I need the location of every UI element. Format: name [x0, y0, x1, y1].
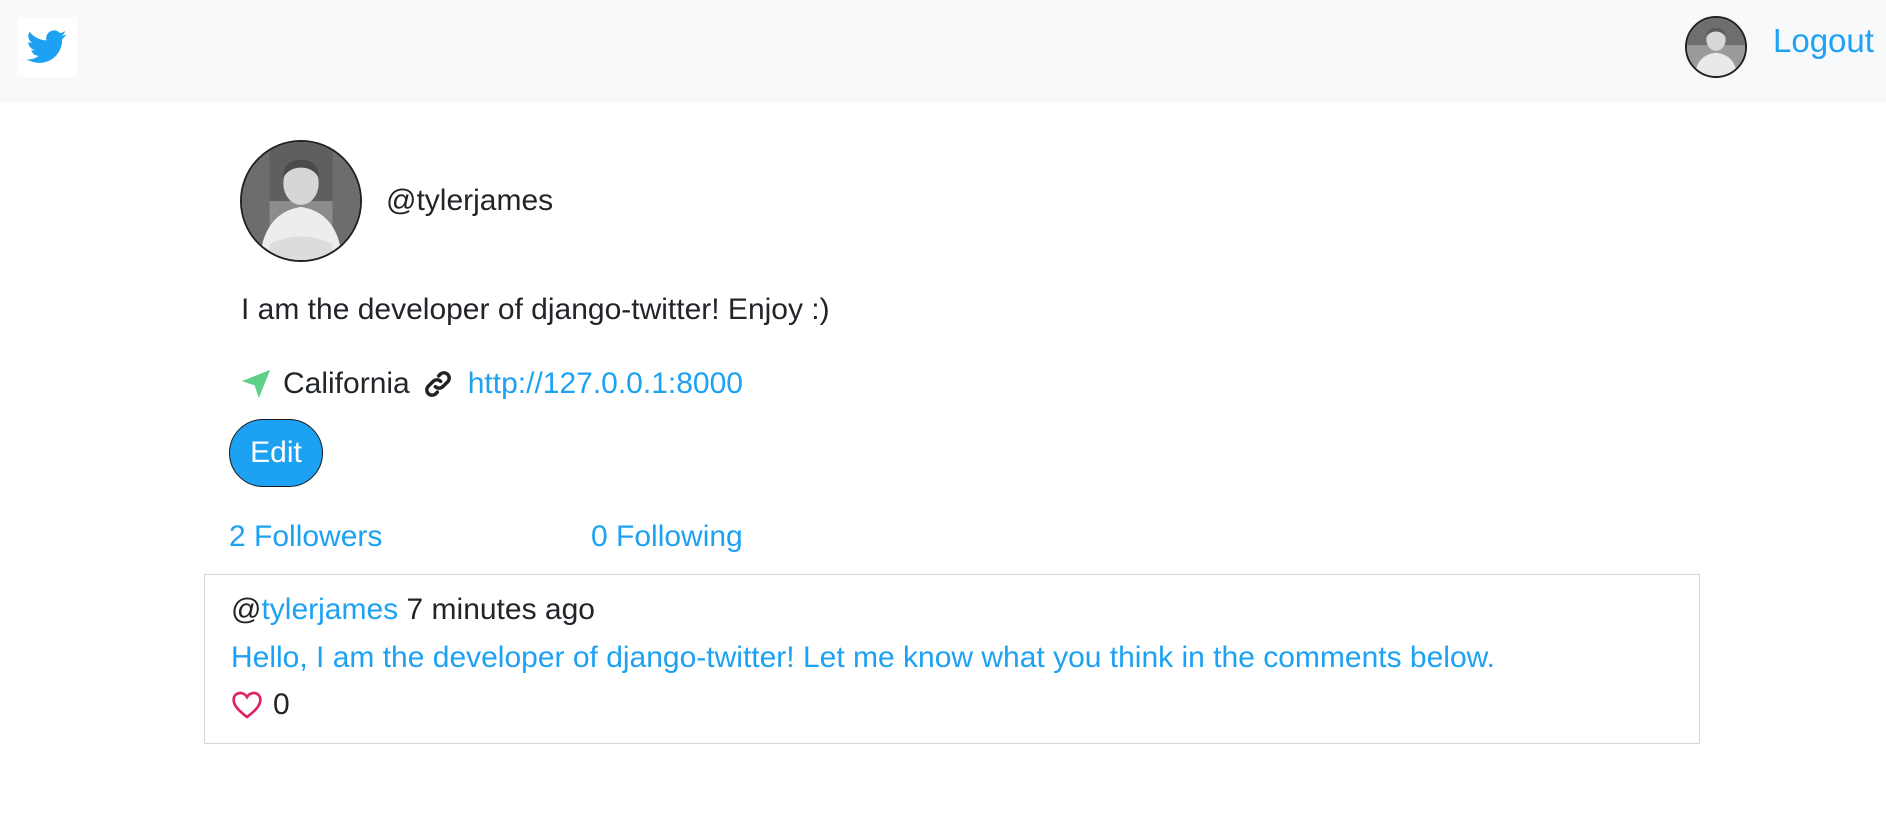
link-icon — [422, 368, 454, 400]
profile-website-link[interactable]: http://127.0.0.1:8000 — [468, 367, 743, 401]
tweet-body-link[interactable]: Hello, I am the developer of django-twit… — [231, 641, 1495, 675]
profile-avatar — [240, 140, 362, 262]
tweet-author-link[interactable]: tylerjames — [261, 593, 398, 626]
profile-location: California — [283, 367, 410, 400]
user-avatar-image — [1687, 18, 1745, 76]
following-link[interactable]: 0 Following — [591, 520, 743, 554]
tweet-like-row: 0 — [231, 688, 290, 722]
tweet-header: @tylerjames 7 minutes ago — [231, 593, 595, 627]
profile-meta: California http://127.0.0.1:8000 — [239, 364, 743, 404]
logout-link[interactable]: Logout — [1773, 22, 1874, 60]
tweet-at-sign: @ — [231, 593, 262, 626]
twitter-bird-icon — [27, 30, 67, 63]
profile-photo-image — [242, 142, 360, 260]
followers-link[interactable]: 2 Followers — [229, 520, 382, 554]
edit-profile-button[interactable]: Edit — [229, 419, 323, 487]
nav-avatar[interactable] — [1685, 16, 1747, 78]
profile-handle: @tylerjames — [386, 184, 554, 217]
tweet-card: @tylerjames 7 minutes ago Hello, I am th… — [204, 574, 1700, 744]
top-navbar: Logout — [0, 0, 1886, 103]
tweet-timestamp: 7 minutes ago — [406, 593, 595, 626]
home-logo-button[interactable] — [17, 17, 77, 77]
location-arrow-icon — [239, 367, 273, 401]
heart-icon[interactable] — [231, 690, 263, 720]
profile-bio: I am the developer of django-twitter! En… — [241, 293, 830, 326]
like-count: 0 — [273, 688, 290, 721]
